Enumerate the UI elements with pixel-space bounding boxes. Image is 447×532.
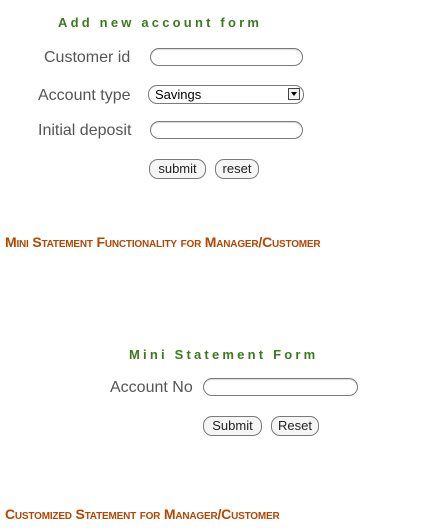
account-type-selected-value: Savings (155, 87, 202, 102)
initial-deposit-input[interactable] (150, 121, 303, 139)
initial-deposit-label: Initial deposit (38, 122, 132, 139)
account-no-input[interactable] (203, 378, 358, 396)
dropdown-arrow-icon[interactable] (288, 88, 300, 100)
account-type-label: Account type (38, 87, 131, 104)
reset-button[interactable]: reset (215, 159, 259, 179)
account-no-label: Account No (110, 379, 193, 396)
account-type-select[interactable]: Savings (148, 85, 304, 104)
submit-button[interactable]: submit (149, 159, 206, 179)
customized-statement-section-heading: Customized Statement for Manager/Custome… (5, 506, 280, 522)
customer-id-input[interactable] (150, 48, 303, 66)
mini-statement-section-heading: Mini Statement Functionality for Manager… (5, 234, 321, 250)
mini-statement-form-title: Mini Statement Form (129, 347, 319, 362)
mini-statement-submit-button[interactable]: Submit (203, 416, 262, 436)
add-account-form-title: Add new account form (58, 15, 263, 30)
mini-statement-reset-button[interactable]: Reset (271, 416, 319, 436)
customer-id-label: Customer id (44, 49, 131, 66)
